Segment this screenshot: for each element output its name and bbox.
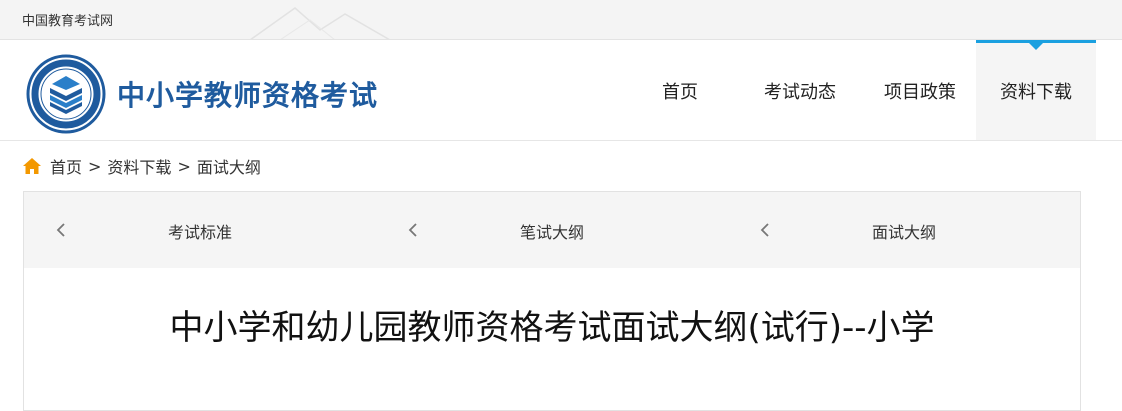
nav-home-label: 首页 xyxy=(662,82,698,103)
breadcrumb: 首页 > 资料下载 > 面试大纲 xyxy=(22,155,261,177)
teacher-exam-emblem-icon[interactable] xyxy=(26,54,106,134)
subnav-interview-syllabus-label: 面试大纲 xyxy=(871,223,936,242)
breadcrumb-separator: > xyxy=(88,156,102,176)
breadcrumb-downloads-link[interactable]: 资料下载 xyxy=(107,154,171,178)
article-title: 中小学和幼儿园教师资格考试面试大纲(试行)--小学 xyxy=(169,308,935,348)
breadcrumb-separator: > xyxy=(177,156,191,176)
subnav-written-syllabus-label: 笔试大纲 xyxy=(519,223,584,242)
nav-exam-news-label: 考试动态 xyxy=(764,82,836,103)
brand-title[interactable]: 中小学教师资格考试 xyxy=(117,74,378,114)
home-icon xyxy=(23,158,41,174)
category-subnav: 考试标准 笔试大纲 面试大纲 xyxy=(24,192,1080,268)
site-name-link[interactable]: 中国教育考试网 xyxy=(22,10,113,29)
nav-downloads-label: 资料下载 xyxy=(1000,82,1072,103)
subnav-exam-standards[interactable]: 考试标准 xyxy=(24,192,376,268)
nav-home[interactable]: 首页 xyxy=(620,40,740,140)
active-indicator-triangle xyxy=(1029,43,1043,50)
subnav-exam-standards-label: 考试标准 xyxy=(167,223,232,242)
subnav-written-syllabus[interactable]: 笔试大纲 xyxy=(376,192,728,268)
breadcrumb-home-link[interactable]: 首页 xyxy=(50,154,82,178)
subnav-interview-syllabus[interactable]: 面试大纲 xyxy=(728,192,1080,268)
nav-project-policy[interactable]: 项目政策 xyxy=(860,40,980,140)
mountain-decoration xyxy=(250,7,390,39)
nav-downloads[interactable]: 资料下载 xyxy=(976,40,1096,140)
breadcrumb-current: 面试大纲 xyxy=(196,158,261,177)
nav-exam-news[interactable]: 考试动态 xyxy=(740,40,860,140)
site-header: 中小学教师资格考试 首页 考试动态 项目政策 资料下载 xyxy=(0,40,1122,141)
top-strip: 中国教育考试网 xyxy=(0,0,1122,40)
content-panel: 考试标准 笔试大纲 面试大纲 中小学和幼儿园教师资格考试面试大纲(试行)--小学 xyxy=(23,191,1081,411)
nav-project-policy-label: 项目政策 xyxy=(884,82,956,103)
